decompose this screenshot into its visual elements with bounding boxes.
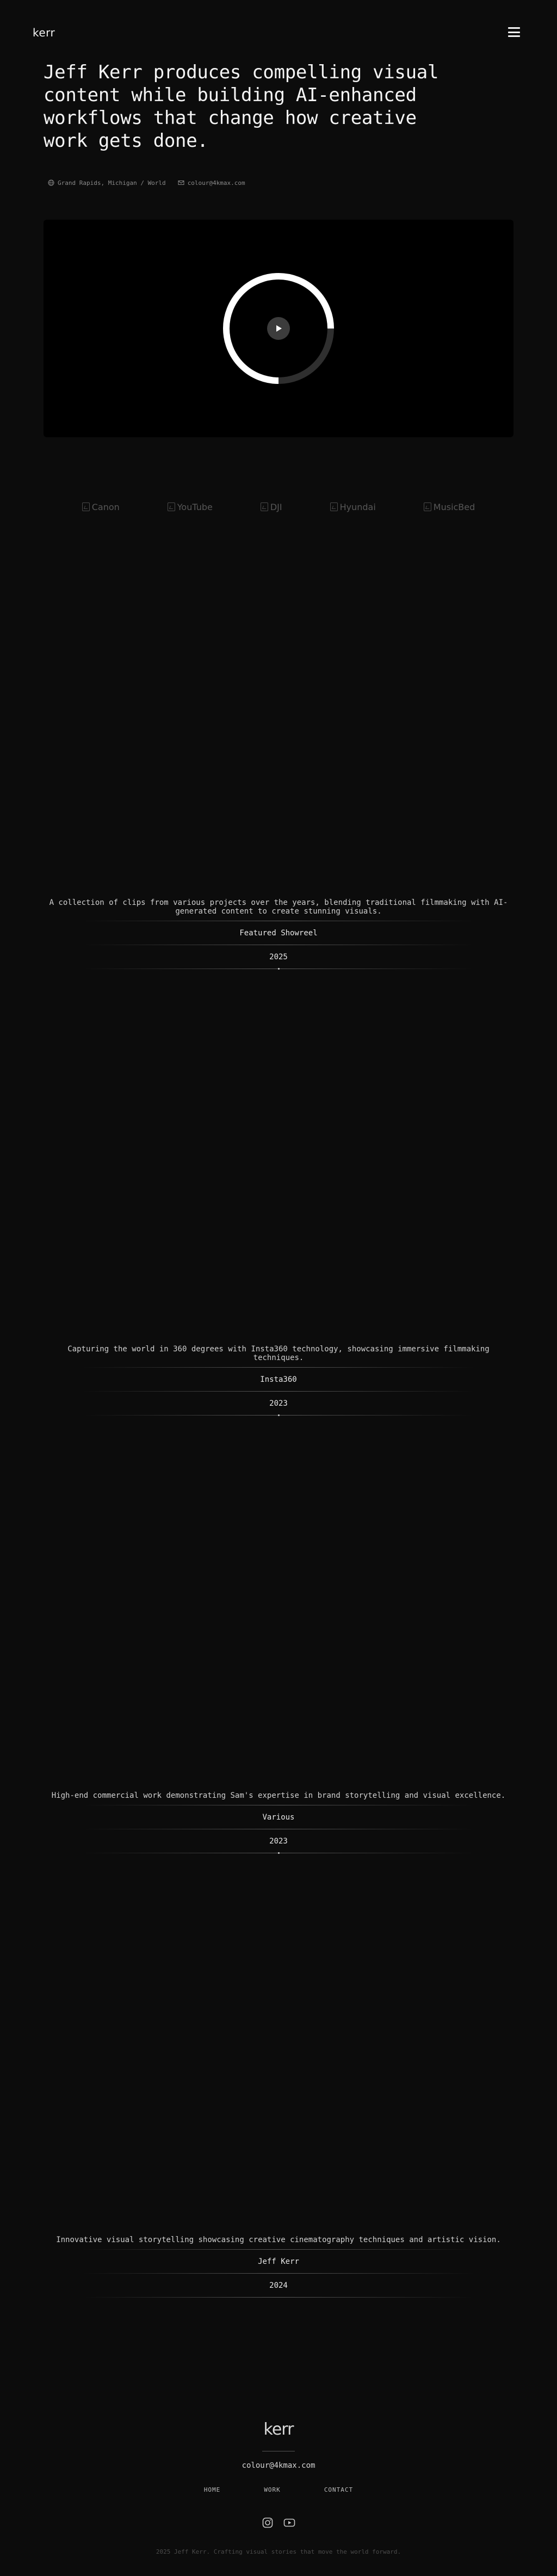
site-header: kerr xyxy=(0,0,557,65)
client-logo-alt: MusicBed xyxy=(433,501,475,512)
contact-meta: Grand Rapids, Michigan / World colour@4k… xyxy=(48,177,245,188)
email-link[interactable]: colour@4kmax.com xyxy=(188,179,245,187)
instagram-icon[interactable] xyxy=(262,2517,274,2529)
play-icon xyxy=(276,325,282,332)
broken-image-icon xyxy=(82,502,90,511)
project-card[interactable]: Innovative visual storytelling showcasin… xyxy=(0,2236,557,2298)
project-client: Jeff Kerr xyxy=(258,2257,299,2266)
client-logos: Canon YouTube DJI Hyundai MusicBed xyxy=(44,500,513,513)
broken-image-icon xyxy=(330,502,338,511)
project-year: 2024 xyxy=(269,2281,288,2290)
footer-logo[interactable]: kerr xyxy=(0,2420,557,2439)
broken-image-icon xyxy=(167,502,175,511)
footer-email-link[interactable]: colour@4kmax.com xyxy=(0,2461,557,2470)
project-card[interactable]: Capturing the world in 360 degrees with … xyxy=(0,1345,557,1416)
project-description: Capturing the world in 360 degrees with … xyxy=(67,1345,490,1362)
project-description: A collection of clips from various proje… xyxy=(49,898,508,916)
client-logo-musicbed: MusicBed xyxy=(423,500,475,513)
hamburger-menu-icon[interactable] xyxy=(508,27,520,37)
hero-title: Jeff Kerr produces compelling visual con… xyxy=(44,61,439,152)
showreel-video[interactable] xyxy=(44,220,513,437)
client-logo-alt: YouTube xyxy=(177,501,213,512)
globe-icon xyxy=(48,179,54,186)
footer-nav-contact[interactable]: CONTACT xyxy=(324,2486,353,2493)
location-text: Grand Rapids, Michigan / World xyxy=(58,179,166,187)
location-item: Grand Rapids, Michigan / World xyxy=(48,179,166,187)
divider-dot xyxy=(277,1414,280,1416)
social-links xyxy=(0,2517,557,2529)
client-logo-youtube: YouTube xyxy=(167,500,213,513)
footer-nav: HOME WORK CONTACT xyxy=(0,2486,557,2493)
project-year: 2025 xyxy=(269,953,288,961)
divider-dot xyxy=(277,968,280,970)
divider xyxy=(83,2297,474,2298)
mail-icon xyxy=(178,181,184,185)
project-year: 2023 xyxy=(269,1399,288,1408)
footer-nav-home[interactable]: HOME xyxy=(204,2486,221,2493)
site-logo[interactable]: kerr xyxy=(33,26,55,39)
footer-nav-work[interactable]: WORK xyxy=(264,2486,281,2493)
project-client: Featured Showreel xyxy=(239,929,318,938)
youtube-icon[interactable] xyxy=(283,2517,295,2529)
project-client: Insta360 xyxy=(260,1375,297,1384)
divider-dot xyxy=(277,1852,280,1854)
project-description: High-end commercial work demonstrating S… xyxy=(51,1791,506,1800)
client-logo-alt: Hyundai xyxy=(339,501,376,512)
play-button[interactable] xyxy=(267,317,290,340)
email-item[interactable]: colour@4kmax.com xyxy=(178,179,245,187)
project-year: 2023 xyxy=(269,1837,288,1846)
copyright-text: 2025 Jeff Kerr. Crafting visual stories … xyxy=(156,2548,401,2555)
project-card[interactable]: A collection of clips from various proje… xyxy=(0,898,557,970)
broken-image-icon xyxy=(260,502,268,511)
project-client: Various xyxy=(262,1813,295,1822)
client-logo-alt: DJI xyxy=(270,501,282,512)
project-card[interactable]: High-end commercial work demonstrating S… xyxy=(0,1791,557,1854)
client-logo-dji: DJI xyxy=(260,500,282,513)
client-logo-alt: Canon xyxy=(91,501,120,512)
project-description: Innovative visual storytelling showcasin… xyxy=(56,2236,501,2244)
client-logo-hyundai: Hyundai xyxy=(330,500,376,513)
client-logo-canon: Canon xyxy=(82,500,120,513)
broken-image-icon xyxy=(423,502,431,511)
